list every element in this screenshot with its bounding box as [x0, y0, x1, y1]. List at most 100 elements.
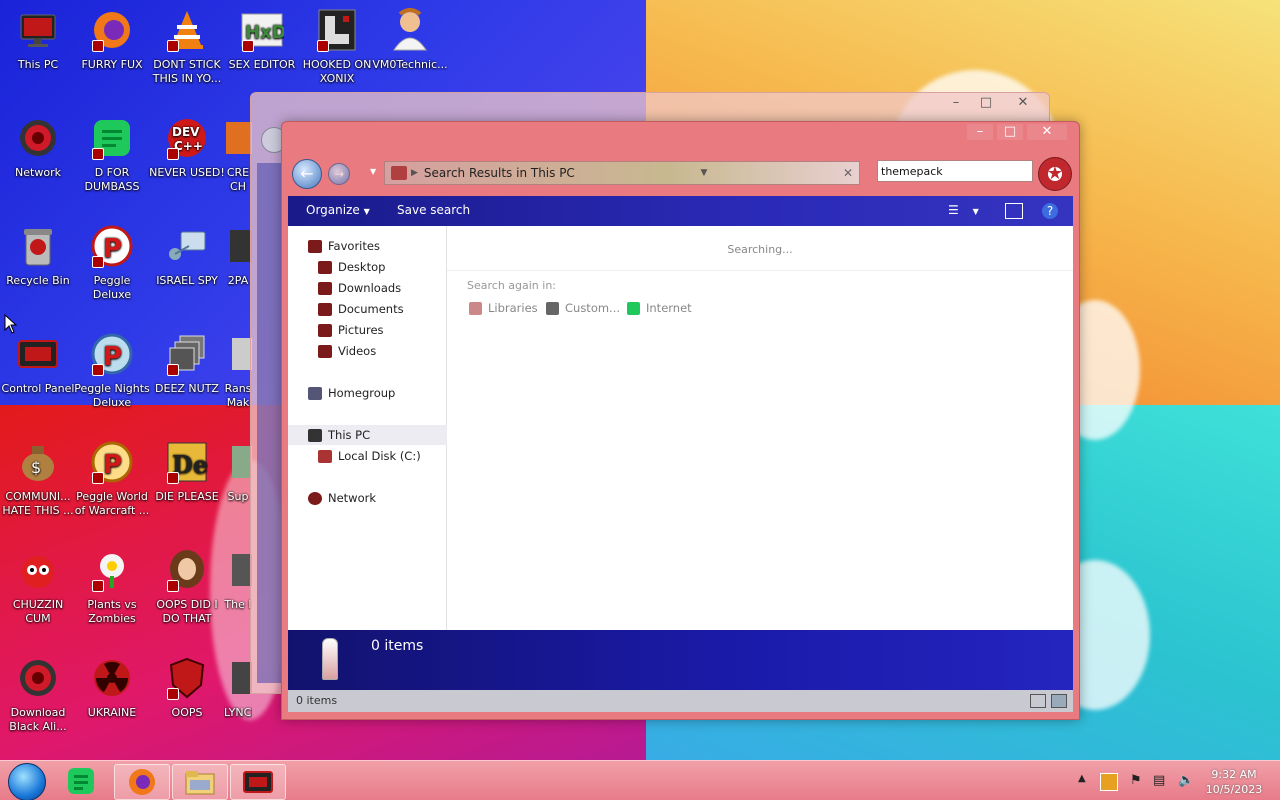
- save-search-button[interactable]: Save search: [397, 203, 470, 217]
- details-view-icon[interactable]: [1030, 694, 1046, 708]
- nav-network[interactable]: Network: [288, 488, 466, 508]
- desktop-icon-label: OOPS DID I DO THAT: [156, 598, 218, 625]
- minimize-button[interactable]: –: [967, 124, 993, 140]
- nav-homegroup[interactable]: Homegroup: [288, 383, 466, 403]
- search-again-libraries[interactable]: Libraries: [469, 301, 538, 315]
- desktop-icon-peggle-nights[interactable]: P Peggle Nights Deluxe: [74, 332, 150, 410]
- desktop-icon-oops-did-i[interactable]: OOPS DID I DO THAT: [149, 548, 225, 626]
- desktop-icon-network[interactable]: Network: [0, 116, 76, 180]
- results-pane[interactable]: Searching... Search again in: Libraries …: [447, 226, 1073, 630]
- maximize-button[interactable]: □: [973, 95, 999, 111]
- search-again-internet[interactable]: Internet: [627, 301, 692, 315]
- desktop-icon-cre[interactable]: CRE CH: [224, 116, 252, 194]
- desktop-icon-label: Recycle Bin: [6, 274, 70, 287]
- desktop-icon-ukraine[interactable]: UKRAINE: [74, 656, 150, 720]
- control-panel-icon: [243, 771, 273, 793]
- die-icon: De: [165, 440, 209, 484]
- breadcrumb-arrow-icon[interactable]: ▶: [411, 168, 418, 178]
- desktop-icon-label: NEVER USED!: [149, 166, 225, 179]
- forward-arrow-icon: →: [333, 167, 345, 181]
- tray-app-icon[interactable]: [1100, 773, 1118, 791]
- search-input[interactable]: themepack: [877, 160, 1033, 182]
- close-button[interactable]: ✕: [1003, 95, 1043, 111]
- clear-search-button[interactable]: ✕: [837, 166, 859, 180]
- desktop-icon-plants-vs-zombies[interactable]: Plants vs Zombies: [74, 548, 150, 626]
- desktop-icon-deez-nutz[interactable]: DEEZ NUTZ: [149, 332, 225, 396]
- vlc-cone-icon: [165, 8, 209, 52]
- show-hidden-icons-button[interactable]: ▲: [1078, 773, 1086, 784]
- maximize-button[interactable]: □: [997, 124, 1023, 140]
- app-icon: [224, 332, 252, 376]
- taskbar-app-green[interactable]: [54, 764, 108, 798]
- desktop-icon-recycle-bin[interactable]: Recycle Bin: [0, 224, 76, 288]
- address-bar[interactable]: ▶ Search Results in This PC ▼ ✕: [384, 161, 860, 185]
- desktop-icon-israel-spy[interactable]: ISRAEL SPY: [149, 224, 225, 288]
- search-button[interactable]: ★: [1038, 157, 1072, 191]
- desktop-icon-chuzzin[interactable]: CHUZZIN CUM: [0, 548, 76, 626]
- desktop-icon-die-please[interactable]: De DIE PLEASE: [149, 440, 225, 504]
- back-button[interactable]: ←: [292, 159, 322, 189]
- navigation-pane: Favorites Desktop Downloads Documents Pi…: [288, 226, 466, 630]
- large-icons-view-icon[interactable]: [1051, 694, 1067, 708]
- organize-button[interactable]: Organize ▼: [306, 203, 370, 217]
- desktop-icon-label: DONT STICK THIS IN YO...: [152, 58, 222, 85]
- desktop-icon-lynchin[interactable]: LYNCHIN: [224, 656, 252, 720]
- desktop-icon-control-panel[interactable]: Control Panel: [0, 332, 76, 396]
- close-button[interactable]: ✕: [1027, 124, 1067, 140]
- desktop-icon-the-i[interactable]: The I: [224, 548, 252, 612]
- spy-network-icon: [165, 224, 209, 268]
- documents-icon: [318, 302, 332, 316]
- desktop-icon-rans[interactable]: Rans Mak: [224, 332, 252, 410]
- desktop-icon-label: Network: [15, 166, 61, 179]
- svg-text:P: P: [103, 234, 122, 264]
- desktop-icon-label: DIE PLEASE: [155, 490, 219, 503]
- help-button[interactable]: ?: [1042, 203, 1058, 219]
- app-icon: [224, 656, 252, 700]
- nav-favorites[interactable]: Favorites: [288, 236, 466, 256]
- desktop-icon-d-for-dumbass[interactable]: D FOR DUMBASS: [74, 116, 150, 194]
- action-center-flag-icon[interactable]: ⚑: [1130, 773, 1142, 788]
- desktop-icon-peggle-deluxe[interactable]: P Peggle Deluxe: [74, 224, 150, 302]
- address-dropdown-icon[interactable]: ▼: [700, 168, 707, 178]
- volume-icon[interactable]: 🔈: [1178, 773, 1194, 788]
- desktop-icon-2pa[interactable]: 2PA: [224, 224, 252, 288]
- desktop-icon-dont-stick[interactable]: DONT STICK THIS IN YO...: [149, 8, 225, 86]
- forward-button[interactable]: →: [328, 163, 350, 185]
- green-app-icon: [90, 116, 134, 160]
- desktop-icon-label: Rans Mak: [224, 382, 252, 409]
- taskbar-app-explorer[interactable]: [172, 764, 228, 800]
- nav-this-pc[interactable]: This PC: [288, 425, 466, 445]
- folder-icon: [185, 771, 215, 795]
- window-controls: – □ ✕: [943, 95, 1043, 111]
- system-clock[interactable]: 9:32 AM 10/5/2023: [1202, 767, 1266, 797]
- portrait-icon: [165, 548, 209, 592]
- monitor-icon: [308, 428, 322, 442]
- desktop-icon-peggle-wow[interactable]: P Peggle World of Warcraft ...: [74, 440, 150, 518]
- desktop-icon-furry-fux[interactable]: FURRY FUX: [74, 8, 150, 72]
- desktop-icon-label: Plants vs Zombies: [87, 598, 137, 625]
- desktop-icon-download-black[interactable]: Download Black Ali...: [0, 656, 76, 734]
- preview-pane-button[interactable]: [1005, 203, 1023, 219]
- back-arrow-icon: ←: [300, 164, 314, 183]
- minimize-button[interactable]: –: [943, 95, 969, 111]
- desktop-icon-label: Control Panel: [1, 382, 75, 395]
- explorer-window[interactable]: – □ ✕ ← → ▼ ▶ Search Results in This PC …: [281, 121, 1080, 720]
- recent-pages-chevron-icon[interactable]: ▼: [370, 167, 376, 176]
- desktop-icon-hooked-on-xonix[interactable]: HOOKED ON XONIX: [299, 8, 375, 86]
- desktop-icon-label: HOOKED ON XONIX: [302, 58, 372, 85]
- change-view-button[interactable]: ☰ ▼: [948, 203, 979, 217]
- start-button[interactable]: [8, 763, 46, 800]
- desktop-icon-never-used[interactable]: DEV C++ NEVER USED!: [149, 116, 225, 180]
- desktop-icon-oops[interactable]: OOPS: [149, 656, 225, 720]
- taskbar: ▲ ⚑ ▤ 🔈 9:32 AM 10/5/2023: [0, 760, 1280, 800]
- taskbar-app-firefox[interactable]: [114, 764, 170, 800]
- network-status-icon[interactable]: ▤: [1153, 773, 1165, 788]
- doctor-icon: [388, 8, 432, 52]
- taskbar-app-control-panel[interactable]: [230, 764, 286, 800]
- desktop-icon-this-pc[interactable]: This PC: [0, 8, 76, 72]
- desktop-icon-sup[interactable]: Sup: [224, 440, 252, 504]
- desktop-icon-sex-editor[interactable]: HxD SEX EDITOR: [224, 8, 300, 72]
- desktop-icon-vm0technic[interactable]: VM0Technic...: [372, 8, 448, 72]
- desktop-icon-communi[interactable]: $ COMMUNI... HATE THIS ...: [0, 440, 76, 518]
- search-again-custom[interactable]: Custom...: [546, 301, 620, 315]
